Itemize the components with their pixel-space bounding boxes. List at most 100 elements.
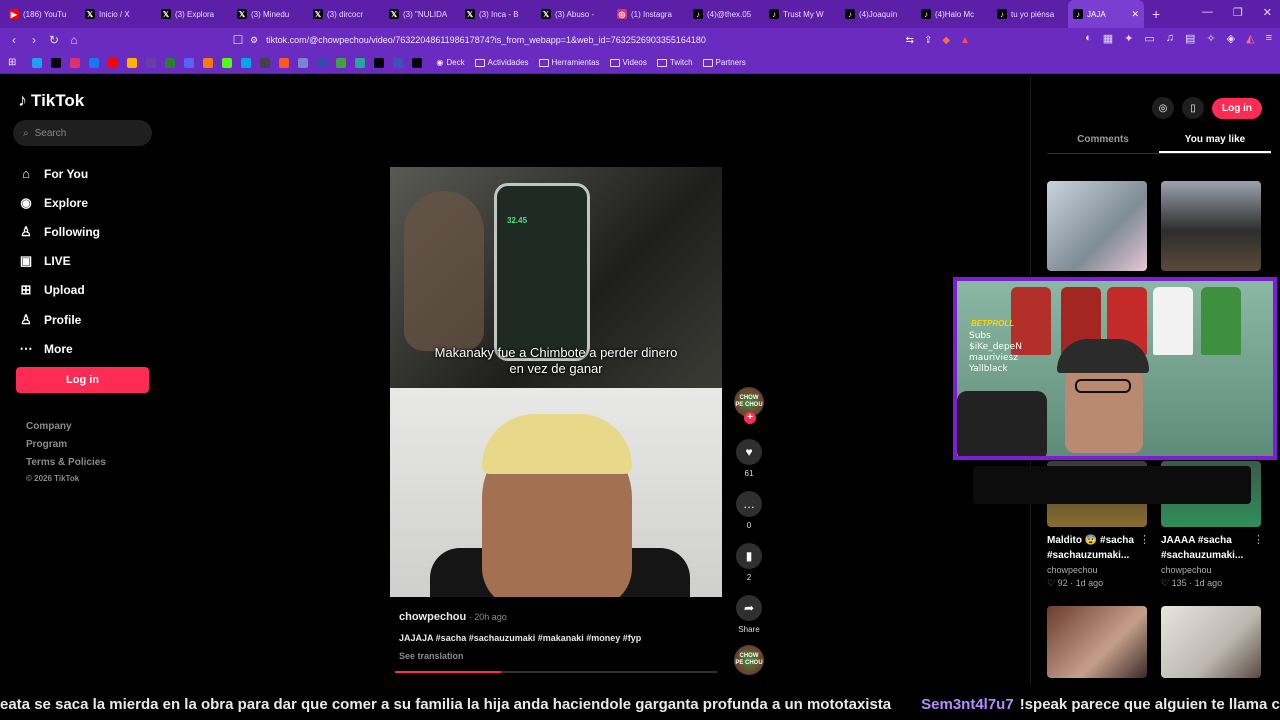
translate-icon[interactable]: ⇆ — [906, 35, 914, 46]
menu-icon[interactable]: ≡ — [1266, 32, 1272, 45]
bookmark-folder[interactable]: Twitch — [656, 58, 693, 67]
bookmark-favicon-icon[interactable] — [51, 57, 62, 68]
see-translation-link[interactable]: See translation — [399, 651, 464, 661]
browser-tab[interactable]: 𝕏 Inicio / X — [80, 0, 156, 28]
video-description[interactable]: JAJAJA #sacha #sachauzumaki #makanaki #m… — [399, 633, 641, 643]
follow-plus-icon[interactable]: + — [744, 412, 756, 424]
music-icon[interactable]: ♫ — [1166, 32, 1174, 45]
forward-icon[interactable]: › — [24, 33, 44, 47]
video-thumbnail[interactable] — [1161, 606, 1261, 678]
nav-item-more[interactable]: ⋯ More — [18, 341, 73, 357]
site-settings-icon[interactable]: ⚙ — [250, 35, 258, 46]
nav-item-upload[interactable]: ⊞ Upload — [18, 282, 85, 298]
save-button[interactable]: ▮ 2 — [734, 543, 764, 582]
apps-grid-icon[interactable]: ⊞ — [8, 57, 16, 68]
brave-shields-icon[interactable]: ◆ — [942, 35, 950, 46]
login-button[interactable]: Log in — [16, 367, 149, 393]
author-name[interactable]: chowpechou — [399, 611, 466, 623]
browser-tab[interactable]: ♪ tu yo piénsa — [992, 0, 1068, 28]
bookmark-folder[interactable]: Videos — [609, 58, 647, 67]
tab-comments[interactable]: Comments — [1047, 126, 1159, 153]
new-tab-button[interactable]: + — [1152, 6, 1166, 22]
share-page-icon[interactable]: ⇪ — [924, 35, 932, 46]
browser-tab[interactable]: ♪ (4)@thex.05 — [688, 0, 764, 28]
rewards-icon[interactable]: ◭ — [1246, 32, 1254, 45]
bookmark-favicon-icon[interactable] — [260, 57, 271, 68]
browser-tab[interactable]: 𝕏 (3) Minedu — [232, 0, 308, 28]
video-player[interactable]: 32.45 Makanaky fue a Chimbote a perder d… — [390, 167, 722, 597]
browser-tab[interactable]: 𝕏 (3) dircocr — [308, 0, 384, 28]
bookmark-folder[interactable]: Actividades — [474, 58, 529, 67]
author-avatar[interactable]: CHOW PE CHOU + — [734, 387, 764, 424]
minimize-icon[interactable]: — — [1202, 6, 1213, 19]
bookmark-favicon-icon[interactable] — [184, 57, 195, 68]
browser-tab[interactable]: 𝕏 (3) Explora — [156, 0, 232, 28]
video-thumbnail[interactable] — [1047, 181, 1147, 271]
card-more-icon[interactable]: ⋮ — [1139, 533, 1150, 546]
nav-item-profile[interactable]: ♙ Profile — [18, 312, 81, 328]
browser-tab[interactable]: ♪ (4)Halo Mc — [916, 0, 992, 28]
video-thumbnail[interactable] — [1047, 606, 1147, 678]
bookmark-folder[interactable]: Partners — [702, 58, 746, 67]
recommended-card-info[interactable]: JAAAA #sacha #sachauzumaki... chowpechou… — [1161, 533, 1266, 589]
footer-terms-link[interactable]: Terms & Policies — [26, 457, 106, 468]
bookmark-favicon-icon[interactable] — [355, 57, 366, 68]
extensions-puzzle-icon[interactable]: ✦ — [1124, 32, 1133, 45]
sidebar-toggle-icon[interactable]: ▭ — [1144, 32, 1154, 45]
close-window-icon[interactable]: ✕ — [1263, 6, 1272, 19]
music-disc-avatar[interactable]: CHOW PE CHOU — [734, 645, 764, 675]
bookmark-favicon-icon[interactable] — [279, 57, 290, 68]
close-tab-icon[interactable]: ✕ — [1131, 9, 1139, 20]
coins-icon[interactable]: ◎ — [1152, 97, 1174, 119]
bookmark-favicon-icon[interactable] — [127, 57, 138, 68]
nav-item-for-you[interactable]: ⌂ For You — [18, 166, 88, 181]
nav-item-explore[interactable]: ◉ Explore — [18, 195, 88, 211]
browser-tab[interactable]: 𝕏 (3) "NULIDA — [384, 0, 460, 28]
extension-icon[interactable]: ▦ — [1103, 32, 1113, 45]
share-button[interactable]: ➦ Share — [734, 595, 764, 634]
nav-item-following[interactable]: ♙ Following — [18, 224, 100, 240]
extension-icon[interactable]: ◐ — [1085, 32, 1092, 45]
bookmark-favicon-icon[interactable] — [222, 57, 233, 68]
bookmark-favicon-icon[interactable] — [165, 57, 176, 68]
bookmark-favicon-icon[interactable] — [374, 57, 385, 68]
alert-icon[interactable]: ▲ — [960, 35, 970, 46]
wallet-icon[interactable]: ▤ — [1185, 32, 1195, 45]
tiktok-logo[interactable]: ♪ TikTok — [18, 90, 84, 111]
browser-tab[interactable]: 𝕏 (3) Inca - B — [460, 0, 536, 28]
home-page-icon[interactable]: ⌂ — [64, 33, 84, 47]
bookmark-favicon-icon[interactable] — [89, 57, 100, 68]
browser-tab[interactable]: ♪ Trust My W — [764, 0, 840, 28]
bookmark-favicon-icon[interactable] — [241, 57, 252, 68]
tab-you-may-like[interactable]: You may like — [1159, 126, 1271, 153]
bookmark-folder[interactable]: Herramientas — [538, 58, 600, 67]
bookmark-favicon-icon[interactable] — [298, 57, 309, 68]
bookmark-favicon-icon[interactable] — [146, 57, 157, 68]
comment-button[interactable]: … 0 — [734, 491, 764, 530]
browser-tab-active[interactable]: ♪ JAJA ✕ — [1068, 0, 1144, 28]
bookmark-favicon-icon[interactable] — [203, 57, 214, 68]
footer-program-link[interactable]: Program — [26, 439, 67, 450]
nav-item-live[interactable]: ▣ LIVE — [18, 253, 71, 269]
bookmark-favicon-icon[interactable] — [412, 57, 423, 68]
url-field[interactable]: ⚙ tiktok.com/@chowpechou/video/763220486… — [250, 31, 970, 49]
footer-company-link[interactable]: Company — [26, 421, 72, 432]
like-button[interactable]: ♥ 61 — [734, 439, 764, 478]
vpn-icon[interactable]: ◈ — [1227, 32, 1235, 45]
video-thumbnail[interactable] — [1161, 181, 1261, 271]
browser-tab[interactable]: ▶ (186) YouTu — [4, 0, 80, 28]
bookmark-favicon-icon[interactable] — [32, 57, 43, 68]
bookmark-page-icon[interactable]: ☐ — [228, 33, 248, 47]
device-icon[interactable]: ▯ — [1182, 97, 1204, 119]
reload-icon[interactable]: ↻ — [44, 33, 64, 47]
bookmark-favicon-icon[interactable] — [336, 57, 347, 68]
browser-tab[interactable]: ◎ (1) Instagra — [612, 0, 688, 28]
bookmark-favicon-icon[interactable] — [317, 57, 328, 68]
back-icon[interactable]: ‹ — [4, 33, 24, 47]
recommended-card-info[interactable]: Maldito 😨 #sacha #sachauzumaki... chowpe… — [1047, 533, 1152, 589]
leo-icon[interactable]: ✧ — [1206, 32, 1215, 45]
video-progress-bar[interactable] — [395, 671, 717, 673]
bookmark-favicon-icon[interactable] — [393, 57, 404, 68]
browser-tab[interactable]: ♪ (4)Joaquín — [840, 0, 916, 28]
restore-icon[interactable]: ❐ — [1233, 6, 1243, 19]
